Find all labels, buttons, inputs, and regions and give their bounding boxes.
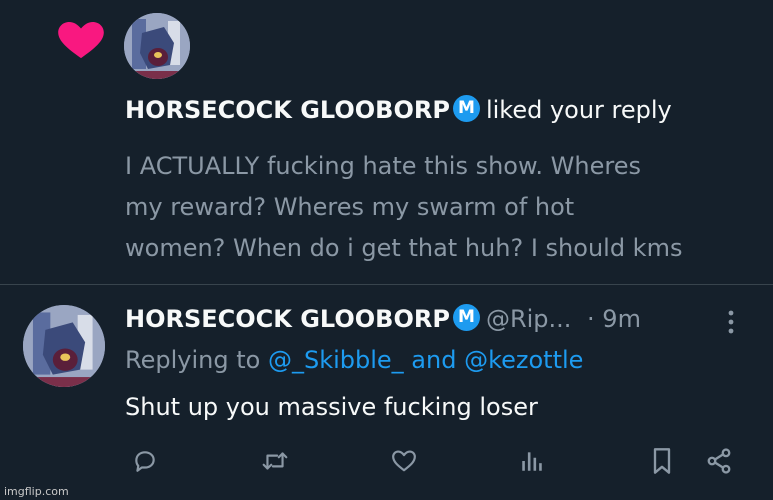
replying-to-line: Replying to @_Skibble_ and @kezottle [125, 346, 765, 374]
verified-badge-icon: M [452, 303, 480, 331]
reply-body-text[interactable]: Shut up you massive fucking loser [125, 393, 765, 421]
reply-time[interactable]: · 9m [587, 305, 641, 333]
quoted-line: I ACTUALLY fucking hate this show. Where… [125, 152, 641, 180]
watermark: imgflip.com [4, 485, 69, 498]
mention-link[interactable]: @_Skibble_ [268, 346, 404, 374]
verified-badge-icon: M [452, 94, 480, 122]
reply-user-name[interactable]: HORSECOCK GLOOBORP [125, 305, 450, 333]
share-icon[interactable] [701, 443, 737, 479]
more-options-icon[interactable] [718, 308, 744, 336]
heart-icon [58, 22, 104, 60]
avatar[interactable] [124, 13, 190, 79]
notification-action-text: liked your reply [485, 96, 672, 124]
avatar[interactable] [23, 305, 105, 387]
quoted-line: women? When do i get that huh? I should … [125, 234, 683, 262]
quoted-reply-text[interactable]: I ACTUALLY fucking hate this show. Where… [125, 146, 765, 269]
replying-to-label: Replying to [125, 346, 261, 374]
divider [0, 284, 773, 285]
retweet-icon[interactable] [257, 443, 293, 479]
quoted-line: my reward? Wheres my swarm of hot [125, 193, 575, 221]
notification-headline: HORSECOCK GLOOBORP Mliked your reply [125, 94, 765, 125]
reply-handle[interactable]: @Rip... [486, 305, 571, 333]
notification-user-name[interactable]: HORSECOCK GLOOBORP [125, 96, 450, 124]
reply-icon[interactable] [127, 443, 163, 479]
views-icon[interactable] [514, 443, 550, 479]
like-icon[interactable] [386, 443, 422, 479]
bookmark-icon[interactable] [644, 443, 680, 479]
mention-joiner[interactable]: and [411, 346, 456, 374]
mention-link[interactable]: @kezottle [464, 346, 583, 374]
reply-header: HORSECOCK GLOOBORP M @Rip... · 9m [125, 303, 685, 334]
